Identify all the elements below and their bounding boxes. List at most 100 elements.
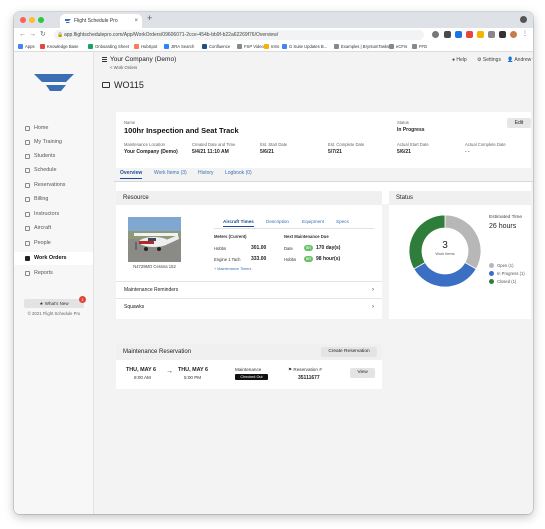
- bookmark-item[interactable]: Apps: [18, 43, 35, 51]
- chevron-right-icon: ›: [372, 304, 374, 310]
- resource-card: Resource N4729MO Cessna 152 Aircraft Tim…: [116, 191, 382, 319]
- squawks-row[interactable]: Squawks ›: [116, 298, 382, 314]
- status-donut-chart: [408, 214, 482, 288]
- profile-avatar[interactable]: [510, 31, 517, 38]
- status-pill: BR: [304, 245, 313, 251]
- browser-tab[interactable]: Flight Schedule Pro ×: [60, 14, 142, 28]
- field-label: Est. Complete Date: [328, 142, 365, 147]
- url-input[interactable]: 🔒 app.flightschedulepro.com/App/WorkOrde…: [54, 30, 424, 40]
- maintenance-reminders-row[interactable]: Maintenance Reminders ›: [116, 281, 382, 297]
- sidebar-item-people[interactable]: People: [14, 237, 93, 250]
- whats-new-button[interactable]: ★ What's New 1: [24, 296, 86, 308]
- settings-link[interactable]: ⚙ Settings: [477, 57, 501, 63]
- edit-button[interactable]: Edit: [507, 118, 531, 128]
- view-reservation-button[interactable]: View: [350, 368, 375, 378]
- field-value: 5/6/21: [260, 149, 274, 155]
- help-link[interactable]: ● Help: [452, 57, 467, 63]
- resource-card-title: Resource: [116, 191, 382, 205]
- sidebar-item-reports[interactable]: Reports: [14, 267, 93, 280]
- sidebar-item-home[interactable]: Home: [14, 122, 93, 135]
- app-logo[interactable]: [32, 70, 76, 98]
- status-value: In Progress: [397, 127, 425, 133]
- field-label: Maintenance Location: [124, 142, 165, 147]
- back-to-work-orders-link[interactable]: < Work Orders: [110, 65, 137, 70]
- bookmark-item[interactable]: Onboarding Sheet: [88, 43, 129, 51]
- chevron-right-icon: ›: [372, 287, 374, 293]
- home-icon: [25, 126, 30, 131]
- user-menu[interactable]: 👤 Andrew ▾: [507, 57, 533, 63]
- bookmark-item[interactable]: Knowledge Base: [40, 43, 78, 51]
- more-vert-icon[interactable]: ⋮: [522, 31, 529, 38]
- checked-out-badge: Checked Out: [235, 374, 268, 380]
- bookmarks-bar: Apps Knowledge Base Onboarding Sheet Hub…: [14, 42, 533, 52]
- app-favicon-icon: [65, 19, 71, 23]
- bookmark-item[interactable]: HubSpot: [134, 43, 157, 51]
- subtab-description[interactable]: Description: [266, 219, 289, 224]
- copyright-text: © 2021 Flight Schedule Pro: [27, 311, 81, 316]
- subtab-equipment[interactable]: Equipment: [302, 219, 324, 224]
- back-arrow-icon[interactable]: ←: [19, 30, 26, 40]
- extension-icon[interactable]: [466, 31, 473, 38]
- status-card: Status 3 Work Items Estimated Time 26 ho…: [389, 191, 531, 319]
- bookmark-item[interactable]: FSP Video: [237, 43, 264, 51]
- chrome-menu-icon[interactable]: [520, 16, 527, 23]
- tab-title: Flight Schedule Pro: [74, 18, 118, 24]
- legend-item: Closed (1): [489, 279, 516, 284]
- meter-label: Engine 1 Tach: [214, 257, 241, 262]
- next-value: 170 day(s): [316, 245, 341, 251]
- sidebar-item-schedule[interactable]: Schedule: [14, 164, 93, 177]
- new-tab-icon[interactable]: +: [147, 13, 152, 23]
- next-label: Hobbs: [284, 257, 297, 262]
- tab-work-items[interactable]: Work Items (3): [154, 170, 187, 176]
- puzzle-icon[interactable]: [488, 31, 495, 38]
- bookmark-item[interactable]: Intro: [264, 43, 279, 51]
- sidebar-item-students[interactable]: Students: [14, 150, 93, 163]
- sidebar-item-instructors[interactable]: Instructors: [14, 208, 93, 221]
- forward-arrow-icon[interactable]: →: [29, 30, 36, 40]
- tab-overview[interactable]: Overview: [120, 170, 143, 179]
- aircraft-photo: [128, 217, 181, 262]
- sidebar-item-aircraft[interactable]: Aircraft: [14, 222, 93, 235]
- reservation-number: 35111677: [298, 375, 320, 381]
- close-window-button[interactable]: [20, 17, 26, 23]
- reservation-type: Maintenance: [235, 367, 262, 372]
- sidebar-item-work-orders[interactable]: Work Orders: [14, 252, 93, 265]
- url-text: app.flightschedulepro.com/App/WorkOrders…: [64, 32, 279, 38]
- tab-logbook[interactable]: Logbook (0): [225, 170, 252, 176]
- create-reservation-button[interactable]: Create Reservation: [321, 347, 377, 357]
- list-icon: [25, 183, 30, 188]
- instructor-icon: [25, 212, 30, 217]
- maximize-window-button[interactable]: [38, 17, 44, 23]
- maintenance-timers-link[interactable]: + Maintenance Timers: [214, 267, 251, 271]
- extension-icon[interactable]: [499, 31, 506, 38]
- legend-item: Open (1): [489, 263, 514, 268]
- company-name[interactable]: Your Company (Demo): [110, 56, 176, 63]
- sidebar-item-billing[interactable]: Billing: [14, 193, 93, 206]
- bookmark-item[interactable]: Confluence: [202, 43, 230, 51]
- people-icon: [25, 241, 30, 246]
- star-icon[interactable]: [432, 31, 439, 38]
- sidebar-item-reservations[interactable]: Reservations: [14, 179, 93, 192]
- browser-window: Flight Schedule Pro × + ← → ↻ 🔒 app.flig…: [14, 12, 533, 514]
- sidebar-item-my-training[interactable]: My Training: [14, 136, 93, 149]
- bookmark-item[interactable]: Examples | BryntumTasks: [334, 43, 389, 51]
- bookmark-item[interactable]: eCFIs: [389, 43, 407, 51]
- extension-icon[interactable]: [455, 31, 462, 38]
- bookmark-item[interactable]: FFD: [412, 43, 427, 51]
- app-body: Home My Training Students Schedule Reser…: [14, 52, 533, 514]
- tab-history[interactable]: History: [198, 170, 214, 176]
- reload-icon[interactable]: ↻: [40, 30, 46, 40]
- reservation-end-time: 5:00 PM: [184, 375, 202, 380]
- legend-label: Open (1): [497, 263, 514, 268]
- subtab-aircraft-times[interactable]: Aircraft Times: [223, 219, 254, 227]
- bookmark-item[interactable]: JIRA Search: [164, 43, 194, 51]
- subtab-specs[interactable]: Specs: [336, 219, 349, 224]
- bookmark-item[interactable]: G Suite Updates B...: [282, 43, 327, 51]
- minimize-window-button[interactable]: [29, 17, 35, 23]
- close-tab-icon[interactable]: ×: [134, 14, 138, 28]
- field-label: Actual Start Date: [397, 142, 429, 147]
- hamburger-menu-icon[interactable]: [102, 57, 107, 62]
- extension-icon[interactable]: [444, 31, 451, 38]
- extension-icon[interactable]: [477, 31, 484, 38]
- legend-swatch: [489, 271, 494, 276]
